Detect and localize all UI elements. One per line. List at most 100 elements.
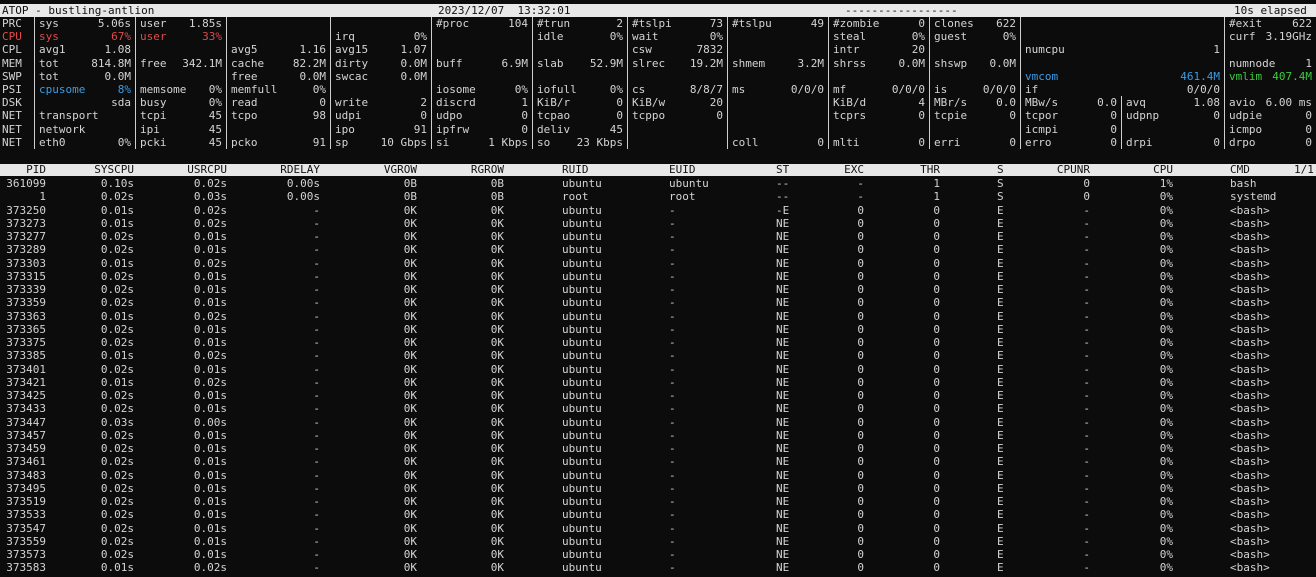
table-row[interactable]: 373533 0.02s 0.01s - 0K 0K ubuntu - NE 0 0 E - 0% <bas… bbox=[0, 508, 1316, 521]
table-row[interactable]: 373289 0.02s 0.01s - 0K 0K ubuntu - NE 0 0 E - 0% <bas… bbox=[0, 243, 1316, 256]
stats-key: eth0 bbox=[39, 135, 66, 149]
column-header-thr[interactable]: THR bbox=[920, 164, 940, 176]
table-row[interactable]: 373365 0.02s 0.01s - 0K 0K ubuntu - NE 0 0 E - 0% <bas… bbox=[0, 323, 1316, 336]
cell-rdelay: - bbox=[313, 389, 320, 402]
stats-cell: curf 3.19GHz bbox=[1224, 30, 1316, 44]
cell-cpunr: - bbox=[1083, 349, 1090, 363]
table-row[interactable]: 373339 0.02s 0.01s - 0K 0K ubuntu - NE 0 0 E - 0% <bas… bbox=[0, 283, 1316, 296]
cell-st: NE bbox=[776, 349, 790, 363]
cell-euid: - bbox=[669, 203, 676, 217]
table-row[interactable]: 373303 0.01s 0.02s - 0K 0K ubuntu - NE 0 0 E - 0% <bas… bbox=[0, 257, 1316, 270]
cell-euid: - bbox=[669, 349, 676, 363]
stats-cell bbox=[1020, 30, 1224, 44]
cell-cpu: 0% bbox=[1159, 362, 1173, 376]
cell-ruid: ubuntu bbox=[562, 548, 602, 561]
stats-cell: swcac 0.0M bbox=[330, 69, 431, 83]
stats-key: network bbox=[39, 122, 86, 136]
table-row[interactable]: 373583 0.01s 0.02s - 0K 0K ubuntu - NE 0 0 E - 0% <bas… bbox=[0, 561, 1316, 574]
table-row[interactable]: 373447 0.03s 0.00s - 0K 0K ubuntu - NE 0 0 E - 0% <bas… bbox=[0, 416, 1316, 429]
stats-key: iosome bbox=[436, 82, 476, 96]
column-header-pid[interactable]: PID bbox=[26, 164, 46, 176]
stats-key: sp bbox=[335, 135, 349, 149]
stats-value: 1 bbox=[1213, 43, 1220, 57]
table-row[interactable]: 373483 0.02s 0.01s - 0K 0K ubuntu - NE 0 0 E - 0% <bas… bbox=[0, 469, 1316, 482]
column-header-syscpu[interactable]: SYSCPU bbox=[94, 164, 134, 176]
table-row[interactable]: 373363 0.01s 0.02s - 0K 0K ubuntu - NE 0 0 E - 0% <bas… bbox=[0, 310, 1316, 323]
table-row[interactable]: 361099 0.10s 0.02s 0.00s 0B 0B ubuntu ubuntu -- -… bbox=[0, 177, 1316, 190]
table-row[interactable]: 373519 0.02s 0.01s - 0K 0K ubuntu - NE 0 0 E - 0% <bas… bbox=[0, 495, 1316, 508]
table-row[interactable]: 373421 0.01s 0.02s - 0K 0K ubuntu - NE 0 0 E - 0% <bas… bbox=[0, 376, 1316, 389]
stats-key: shmem bbox=[732, 56, 766, 70]
table-row[interactable]: 373425 0.02s 0.01s - 0K 0K ubuntu - NE 0 0 E - 0% <bas… bbox=[0, 389, 1316, 402]
stats-cell: #tslpu 49 bbox=[727, 17, 828, 31]
cell-rgrow: 0K bbox=[490, 243, 504, 257]
stats-value: 1 Kbps bbox=[488, 135, 528, 149]
stats-key: udpo bbox=[436, 109, 463, 123]
column-header-cpu[interactable]: CPU bbox=[1153, 164, 1173, 176]
cell-rdelay: - bbox=[313, 216, 320, 230]
column-header-st[interactable]: ST bbox=[776, 164, 789, 176]
stats-key: tcpao bbox=[537, 109, 571, 123]
cell-pid: 373385 bbox=[6, 349, 46, 363]
cell-cpu: 0% bbox=[1159, 336, 1173, 349]
cell-pid: 1 bbox=[39, 190, 46, 204]
stats-cell: tcpi 45 bbox=[135, 109, 226, 123]
cell-cmd: systemd bbox=[1230, 190, 1277, 204]
table-row[interactable]: 373250 0.01s 0.02s - 0K 0K ubuntu - -E 0 0 E - 0% <bas… bbox=[0, 204, 1316, 217]
cell-rgrow: 0K bbox=[490, 230, 504, 243]
table-row[interactable]: 373559 0.02s 0.01s - 0K 0K ubuntu - NE 0 0 E - 0% <bas… bbox=[0, 535, 1316, 548]
column-header-ruid[interactable]: RUID bbox=[562, 164, 589, 176]
terminal-window[interactable]: ATOP - bustling-antlion 2023/12/07 13:32… bbox=[0, 0, 1316, 577]
stats-cell: shmem 3.2M bbox=[727, 56, 828, 70]
table-row[interactable]: 373547 0.02s 0.01s - 0K 0K ubuntu - NE 0 0 E - 0% <bas… bbox=[0, 522, 1316, 535]
table-row[interactable]: 373573 0.02s 0.01s - 0K 0K ubuntu - NE 0 0 E - 0% <bas… bbox=[0, 548, 1316, 561]
column-header-euid[interactable]: EUID bbox=[669, 164, 696, 176]
cell-thr: 0 bbox=[933, 309, 940, 323]
stats-row-psi: PSI cpusome 8% memsome 0% memfull 0% iosome 0% io… bbox=[0, 82, 1316, 97]
table-row[interactable]: 373273 0.01s 0.02s - 0K 0K ubuntu - NE 0 0 E - 0% <bas… bbox=[0, 217, 1316, 230]
table-row[interactable]: 373277 0.02s 0.01s - 0K 0K ubuntu - NE 0 0 E - 0% <bas… bbox=[0, 230, 1316, 243]
stats-cell: avg5 1.16 bbox=[226, 43, 330, 57]
table-row[interactable]: 373359 0.02s 0.01s - 0K 0K ubuntu - NE 0 0 E - 0% <bas… bbox=[0, 296, 1316, 309]
cell-exc: 0 bbox=[857, 428, 864, 442]
cell-st: NE bbox=[776, 269, 790, 283]
table-row[interactable]: 373401 0.02s 0.01s - 0K 0K ubuntu - NE 0 0 E - 0% <bas… bbox=[0, 363, 1316, 376]
column-header-rgrow[interactable]: RGROW bbox=[471, 164, 504, 176]
stats-cell: KiB/r 0 bbox=[532, 96, 627, 110]
column-header-11[interactable]: 1/1 bbox=[1294, 164, 1314, 176]
column-header-rdelay[interactable]: RDELAY bbox=[280, 164, 320, 176]
column-header-cmd[interactable]: CMD bbox=[1230, 164, 1250, 176]
table-row[interactable]: 373459 0.02s 0.01s - 0K 0K ubuntu - NE 0 0 E - 0% <bas… bbox=[0, 442, 1316, 455]
table-row[interactable]: 373495 0.02s 0.01s - 0K 0K ubuntu - NE 0 0 E - 0% <bas… bbox=[0, 482, 1316, 495]
table-row[interactable]: 373433 0.02s 0.01s - 0K 0K ubuntu - NE 0 0 E - 0% <bas… bbox=[0, 402, 1316, 415]
column-header-cpunr[interactable]: CPUNR bbox=[1057, 164, 1090, 176]
cell-rgrow: 0K bbox=[490, 362, 504, 376]
stats-value: 0.0 bbox=[1097, 96, 1117, 110]
stats-value: 91 bbox=[312, 135, 326, 149]
table-row[interactable]: 373457 0.02s 0.01s - 0K 0K ubuntu - NE 0 0 E - 0% <bas… bbox=[0, 429, 1316, 442]
cell-st: NE bbox=[776, 389, 790, 402]
cell-ruid: ubuntu bbox=[562, 521, 602, 535]
stats-cell: tcprs 0 bbox=[828, 109, 929, 123]
stats-key: shrss bbox=[833, 56, 867, 70]
table-row[interactable]: 373385 0.01s 0.02s - 0K 0K ubuntu - NE 0 0 E - 0% <bas… bbox=[0, 349, 1316, 362]
column-header-vgrow[interactable]: VGROW bbox=[384, 164, 417, 176]
column-header-usrcpu[interactable]: USRCPU bbox=[187, 164, 227, 176]
stats-key: #proc bbox=[436, 17, 470, 30]
column-header-exc[interactable]: EXC bbox=[844, 164, 864, 176]
cell-rdelay: - bbox=[313, 481, 320, 495]
cell-rgrow: 0K bbox=[490, 481, 504, 495]
cell-st: NE bbox=[776, 336, 790, 349]
cell-syscpu: 0.02s bbox=[100, 283, 134, 296]
table-row[interactable]: 373461 0.02s 0.01s - 0K 0K ubuntu - NE 0 0 E - 0% <bas… bbox=[0, 455, 1316, 468]
stats-cell bbox=[226, 122, 330, 136]
stats-cell: tcppo 0 bbox=[627, 109, 727, 123]
stats-key: cs bbox=[632, 82, 646, 96]
stats-key: tot bbox=[39, 69, 59, 83]
table-row[interactable]: 373375 0.02s 0.01s - 0K 0K ubuntu - NE 0 0 E - 0% <bas… bbox=[0, 336, 1316, 349]
table-row[interactable]: 373315 0.02s 0.01s - 0K 0K ubuntu - NE 0 0 E - 0% <bas… bbox=[0, 270, 1316, 283]
table-row[interactable]: 1 0.02s 0.03s 0.00s 0B 0B root root -- -1 S 0 0% syst… bbox=[0, 190, 1316, 203]
cell-rdelay: - bbox=[313, 230, 320, 243]
stats-row-label: PRC bbox=[2, 17, 22, 30]
column-header-s[interactable]: S bbox=[997, 164, 1004, 176]
